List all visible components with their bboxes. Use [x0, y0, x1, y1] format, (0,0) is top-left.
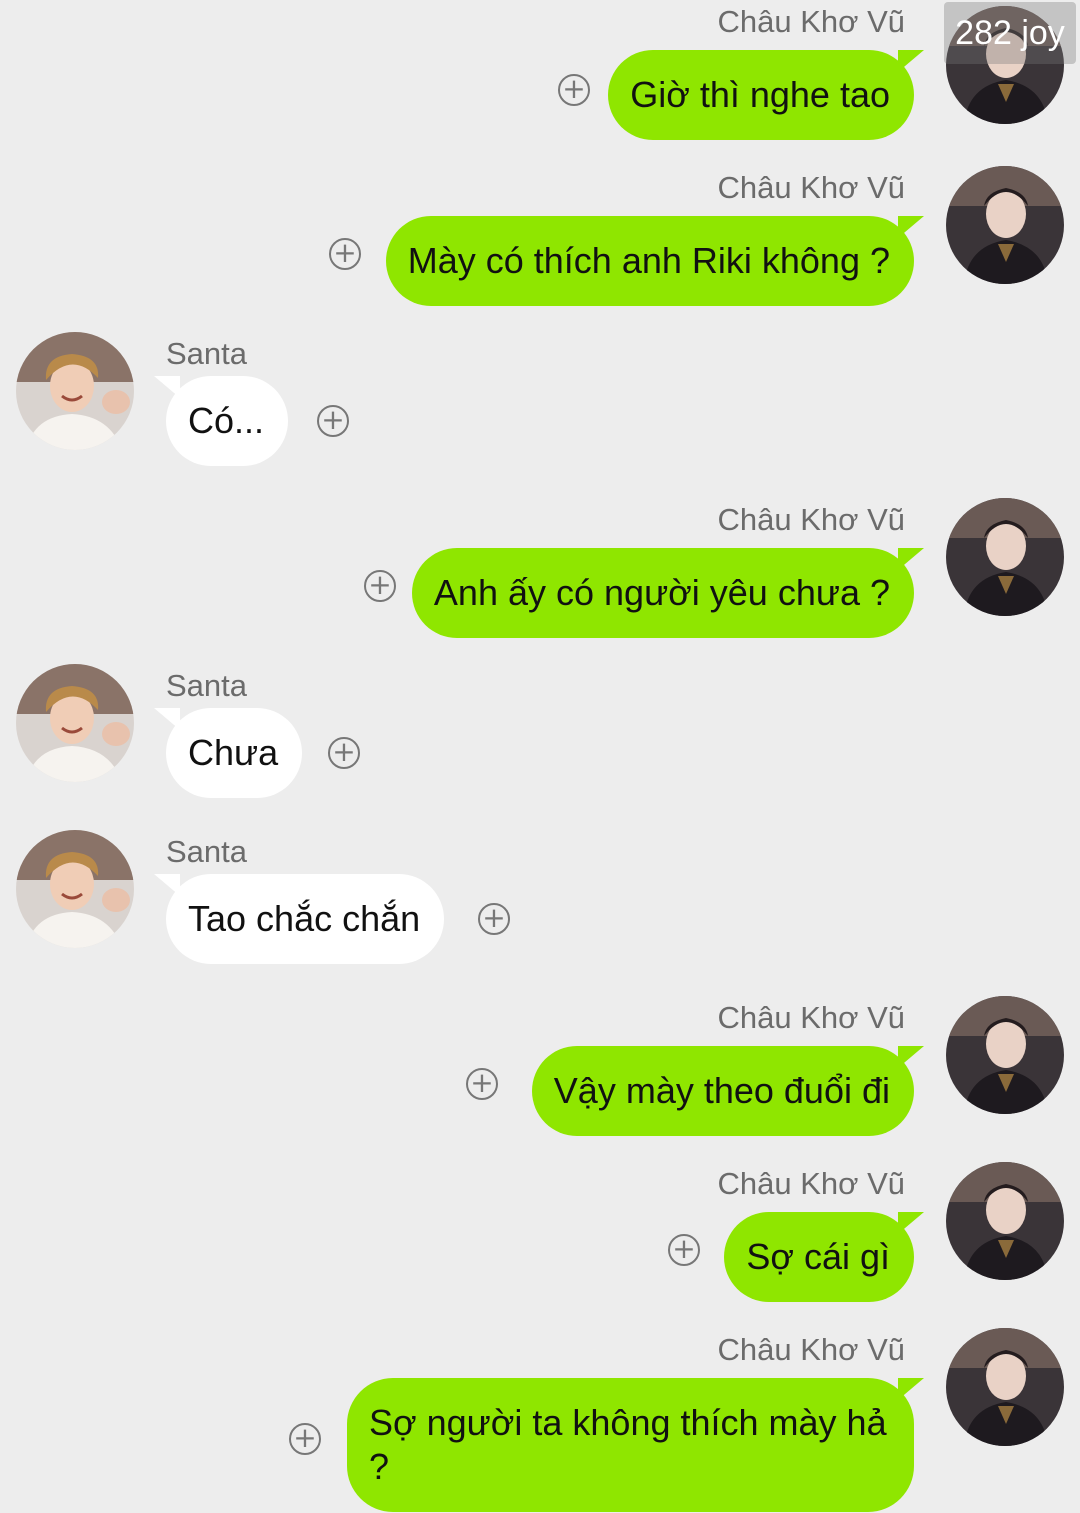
plus-circle-icon[interactable]: + — [317, 405, 349, 437]
chau-avatar-image — [946, 996, 1064, 1114]
plus-circle-icon[interactable]: + — [668, 1234, 700, 1266]
chau-avatar-image — [946, 1162, 1064, 1280]
message-bubble[interactable]: Sợ người ta không thích mày hả ? — [347, 1378, 914, 1512]
sender-name: Santa — [166, 834, 248, 869]
chau-avatar-image — [946, 498, 1064, 616]
sender-name: Châu Khơ Vũ — [717, 1332, 906, 1367]
message-bubble[interactable]: Anh ấy có người yêu chưa ? — [411, 548, 914, 638]
plus-circle-icon[interactable]: + — [478, 903, 510, 935]
sender-name: Châu Khơ Vũ — [717, 1000, 906, 1035]
sender-name: Châu Khơ Vũ — [717, 4, 906, 39]
chau-avatar-image — [946, 166, 1064, 284]
message-bubble[interactable]: Vậy mày theo đuổi đi — [531, 1046, 914, 1136]
plus-circle-icon[interactable]: + — [466, 1068, 498, 1100]
avatar[interactable] — [946, 1162, 1064, 1280]
message-bubble[interactable]: Sợ cái gì — [724, 1212, 914, 1302]
watermark-label: 282 joy — [944, 2, 1076, 64]
santa-avatar-image — [16, 332, 134, 450]
santa-avatar-image — [16, 830, 134, 948]
sender-name: Santa — [166, 336, 248, 371]
sender-name: Châu Khơ Vũ — [717, 502, 906, 537]
avatar[interactable] — [16, 664, 134, 782]
sender-name: Santa — [166, 668, 248, 703]
plus-circle-icon[interactable]: + — [329, 238, 361, 270]
message-bubble[interactable]: Tao chắc chắn — [166, 874, 445, 964]
avatar[interactable] — [946, 166, 1064, 284]
avatar[interactable] — [16, 830, 134, 948]
santa-avatar-image — [16, 664, 134, 782]
plus-circle-icon[interactable]: + — [364, 570, 396, 602]
avatar[interactable] — [946, 996, 1064, 1114]
chat-area: Châu Khơ Vũ Giờ thì nghe tao + Châu Khơ … — [0, 0, 1080, 1513]
plus-circle-icon[interactable]: + — [558, 74, 590, 106]
message-bubble[interactable]: Có... — [166, 376, 289, 466]
message-bubble[interactable]: Mày có thích anh Riki không ? — [385, 216, 914, 306]
plus-circle-icon[interactable]: + — [289, 1423, 321, 1455]
sender-name: Châu Khơ Vũ — [717, 170, 906, 205]
plus-circle-icon[interactable]: + — [328, 737, 360, 769]
message-bubble[interactable]: Giờ thì nghe tao — [608, 50, 914, 140]
sender-name: Châu Khơ Vũ — [717, 1166, 906, 1201]
message-bubble[interactable]: Chưa — [166, 708, 303, 798]
avatar[interactable] — [946, 1328, 1064, 1446]
chau-avatar-image — [946, 1328, 1064, 1446]
avatar[interactable] — [16, 332, 134, 450]
avatar[interactable] — [946, 498, 1064, 616]
